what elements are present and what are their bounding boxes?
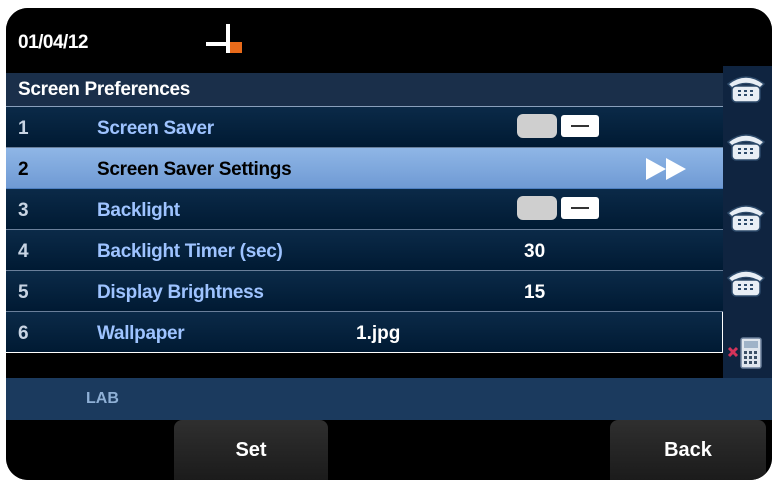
item-label: Screen Saver Settings (97, 159, 292, 180)
item-value: 1.jpg (356, 323, 401, 344)
status-bar: 01/04/12 (6, 8, 772, 66)
line-phone-icon[interactable] (724, 199, 768, 235)
list-header: Screen Preferences (6, 73, 723, 107)
settings-list: Screen Preferences 1 Screen Saver 2 Scre… (6, 73, 723, 378)
list-item-screen-saver[interactable]: 1 Screen Saver (6, 107, 723, 148)
line-label: LAB (86, 390, 119, 407)
toggle-knob (517, 196, 557, 220)
list-item-backlight-timer[interactable]: 4 Backlight Timer (sec) 30 (6, 230, 723, 271)
back-button[interactable]: Back (610, 420, 766, 480)
toggle-switch-icon (561, 115, 599, 137)
item-number: 3 (18, 200, 29, 221)
screen-saver-toggle[interactable] (517, 114, 603, 138)
list-item-screen-saver-settings[interactable]: 2 Screen Saver Settings (6, 148, 723, 189)
forward-arrow-icon (646, 158, 686, 180)
item-label: Backlight (97, 200, 180, 221)
line-phone-icon[interactable] (724, 70, 768, 106)
item-value: 15 (524, 282, 546, 303)
toggle-switch-icon (561, 197, 599, 219)
item-label: Wallpaper (97, 323, 185, 344)
item-number: 5 (18, 282, 29, 303)
line-label-bar: LAB (6, 378, 772, 420)
item-label: Backlight Timer (sec) (97, 241, 283, 262)
network-status-icon (206, 24, 242, 53)
line-phone-icon[interactable] (724, 264, 768, 300)
keypad-phone-icon[interactable] (726, 334, 770, 370)
phone-screen: 01/04/12 Screen Preferences 1 Screen Sav… (6, 8, 772, 480)
list-item-display-brightness[interactable]: 5 Display Brightness 15 (6, 271, 723, 312)
item-label: Screen Saver (97, 118, 214, 139)
softkey-bar: Set Back (6, 420, 772, 480)
backlight-toggle[interactable] (517, 196, 603, 220)
set-button[interactable]: Set (174, 420, 328, 480)
page-title: Screen Preferences (18, 79, 191, 100)
item-number: 4 (18, 241, 29, 262)
item-number: 1 (18, 118, 29, 139)
toggle-knob (517, 114, 557, 138)
date-display: 01/04/12 (18, 32, 88, 53)
item-label: Display Brightness (97, 282, 264, 303)
item-value: 30 (524, 241, 546, 262)
item-number: 2 (18, 159, 29, 180)
list-item-backlight[interactable]: 3 Backlight (6, 189, 723, 230)
item-number: 6 (18, 323, 29, 344)
line-buttons-column (723, 66, 772, 378)
list-item-wallpaper[interactable]: 6 Wallpaper 1.jpg (6, 312, 723, 353)
line-phone-icon[interactable] (724, 128, 768, 164)
